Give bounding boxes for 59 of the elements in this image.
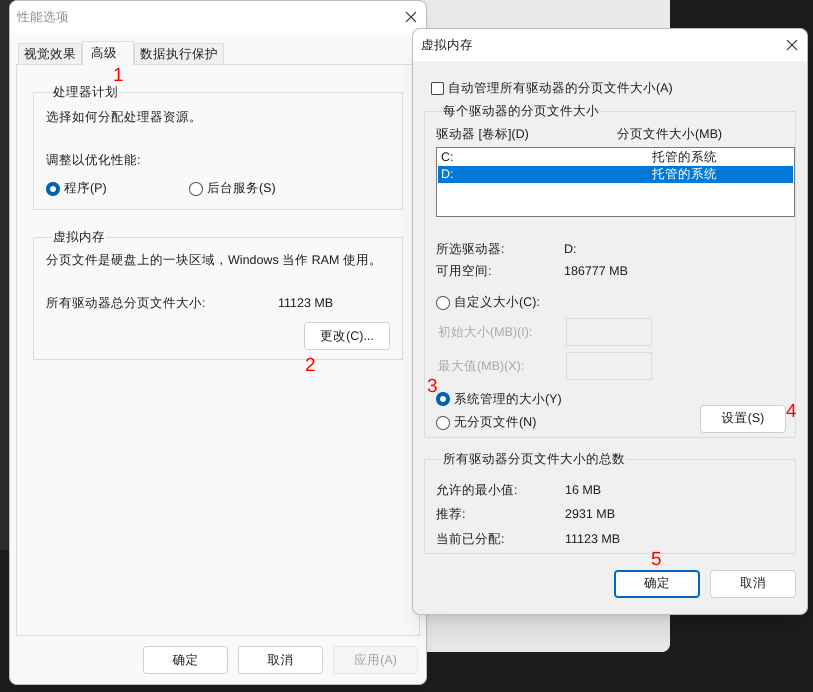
dialog-button[interactable]: 设置(S): [700, 404, 786, 433]
column-header: 驱动器 [卷标](D): [436, 126, 530, 143]
radio-label[interactable]: 无分页文件(N): [454, 413, 536, 432]
annotation-number: 2: [305, 356, 316, 375]
field-label: 最大值(MB)(X):: [438, 358, 526, 375]
description-text: 选择如何分配处理器资源。: [46, 108, 203, 126]
checkbox[interactable]: [431, 82, 444, 95]
radio-button[interactable]: [436, 296, 450, 310]
radio-button[interactable]: [46, 182, 60, 196]
info-value: 11123 MB: [565, 531, 620, 548]
dialog-button[interactable]: 取消: [710, 570, 796, 598]
description-text: 分页文件是硬盘上的一块区域，Windows 当作 RAM 使用。: [46, 252, 383, 269]
radio-label[interactable]: 自定义大小(C):: [454, 293, 540, 312]
list-row[interactable]: D: 托管的系统: [438, 166, 793, 184]
dialog-button[interactable]: 取消: [238, 646, 323, 674]
dialog-button[interactable]: 确定: [614, 570, 700, 598]
column-header: 分页文件大小(MB): [617, 126, 722, 143]
list-row[interactable]: C: 托管的系统: [438, 149, 793, 166]
dialog-button[interactable]: 更改(C)...: [304, 322, 390, 350]
size-cell-text: 托管的系统: [652, 149, 717, 166]
drive-cell-text: C:: [441, 149, 454, 166]
info-value: 2931 MB: [565, 506, 616, 524]
window-title: 性能选项: [17, 8, 69, 26]
dialog-button[interactable]: 确定: [143, 646, 228, 674]
size-cell-text: 托管的系统: [652, 166, 717, 184]
tab[interactable]: 视觉效果: [18, 43, 82, 64]
group-title: 所有驱动器分页文件大小的总数: [442, 450, 626, 468]
radio-label[interactable]: 后台服务(S): [207, 179, 276, 198]
radio-label[interactable]: 系统管理的大小(Y): [454, 390, 562, 409]
radio-button[interactable]: [436, 392, 450, 406]
tab[interactable]: 数据执行保护: [134, 43, 224, 64]
tab[interactable]: 高级: [82, 41, 134, 65]
group-title: 处理器计划: [52, 84, 119, 101]
annotation-number: 4: [786, 402, 797, 421]
window-title: 虚拟内存: [421, 36, 473, 54]
info-value: 16 MB: [565, 482, 602, 498]
total-label: 所有驱动器总分页文件大小:: [46, 294, 206, 312]
info-label: 可用空间:: [436, 262, 492, 280]
group-title: 虚拟内存: [52, 229, 106, 246]
radio-label[interactable]: 程序(P): [64, 179, 107, 198]
field-label: 初始大小(MB)(I):: [438, 324, 534, 341]
group-title: 每个驱动器的分页文件大小: [442, 102, 600, 120]
close-icon[interactable]: [786, 39, 798, 51]
radio-button[interactable]: [189, 182, 203, 196]
drive-cell-text: D:: [441, 166, 454, 184]
close-icon[interactable]: [405, 11, 417, 23]
info-label: 允许的最小值:: [436, 482, 518, 498]
info-label: 推荐:: [436, 506, 466, 524]
info-label: 所选驱动器:: [436, 240, 506, 258]
annotation-number: 1: [113, 66, 124, 85]
checkbox-label[interactable]: 自动管理所有驱动器的分页文件大小(A): [448, 79, 673, 98]
total-value: 11123 MB: [278, 294, 334, 312]
annotation-number: 5: [651, 550, 662, 569]
prompt-text: 调整以优化性能:: [46, 152, 142, 168]
info-value: 186777 MB: [564, 262, 628, 280]
info-value: D:: [564, 240, 576, 258]
radio-button[interactable]: [436, 416, 450, 430]
info-label: 当前已分配:: [436, 531, 506, 548]
annotation-number: 3: [427, 377, 438, 396]
